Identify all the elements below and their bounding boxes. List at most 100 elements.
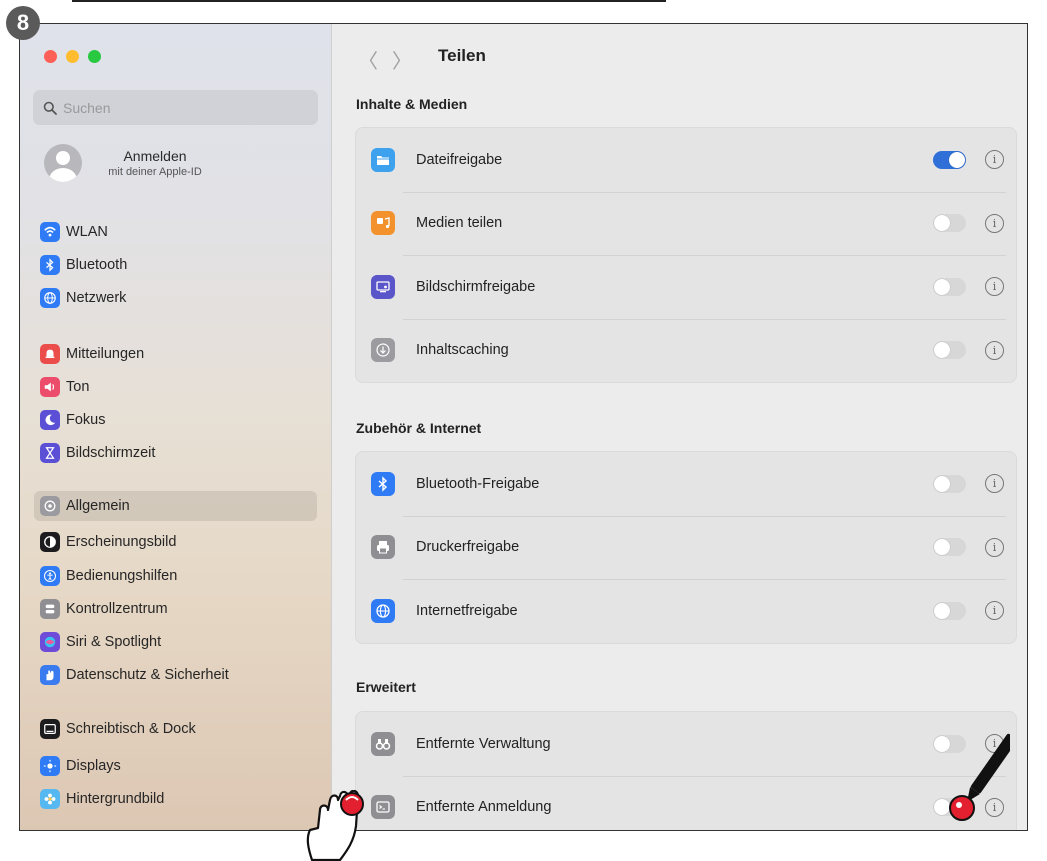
toggle-switch[interactable] <box>933 474 966 493</box>
setting-label: Internetfreigabe <box>416 602 518 619</box>
terminal-icon <box>371 795 395 820</box>
info-icon[interactable]: i <box>985 474 1004 494</box>
setting-row-internetfreigabe: Internetfreigabe i <box>356 579 1016 643</box>
sidebar-item-datenschutz-sicherheit[interactable]: Datenschutz & Sicherheit <box>34 660 317 690</box>
tap-hand-icon <box>306 790 364 861</box>
sidebar-item-label: Bildschirmzeit <box>66 445 156 461</box>
sidebar-item-erscheinungsbild[interactable]: Erscheinungsbild <box>34 527 317 557</box>
flower-icon <box>40 789 60 809</box>
search-icon <box>43 101 57 115</box>
sidebar-item-label: Hintergrundbild <box>66 791 165 807</box>
bluetooth-icon <box>40 255 60 275</box>
top-rule <box>72 0 666 2</box>
search-input[interactable] <box>63 99 303 116</box>
step-number-badge: 8 <box>6 6 40 40</box>
sidebar-item-displays[interactable]: Displays <box>34 751 317 781</box>
folder-icon <box>371 147 395 172</box>
sidebar-item-label: Allgemein <box>66 498 130 514</box>
sidebar-item-fokus[interactable]: Fokus <box>34 405 317 435</box>
globe-icon <box>40 288 60 308</box>
settings-group: Bluetooth-Freigabe i Druckerfreigabe i Inter… <box>355 451 1017 644</box>
settings-group: Entfernte Verwaltung i Entfernte Anmeldung… <box>355 711 1017 830</box>
setting-row-dateifreigabe: Dateifreigabe i <box>356 128 1016 192</box>
download-circle-icon <box>371 338 395 363</box>
sidebar-item-label: Netzwerk <box>66 290 127 306</box>
sidebar-item-label: Erscheinungsbild <box>66 534 177 550</box>
gear-icon <box>40 496 60 516</box>
forward-chevron-icon[interactable]: 〉 <box>392 45 412 74</box>
sidebar: Anmelden mit deiner Apple-ID WLAN Bluetoo… <box>20 24 332 830</box>
info-icon[interactable]: i <box>985 150 1004 170</box>
settings-group: Dateifreigabe i Medien teilen i Bildschirmfr… <box>355 127 1017 383</box>
window-controls <box>44 50 101 63</box>
sidebar-item-hintergrundbild[interactable]: Hintergrundbild <box>34 784 317 814</box>
sidebar-item-label: Siri & Spotlight <box>66 634 162 650</box>
sidebar-item-bedienungshilfen[interactable]: Bedienungshilfen <box>34 561 317 591</box>
sidebar-item-ton[interactable]: Ton <box>34 372 317 402</box>
setting-row-medien-teilen: Medien teilen i <box>356 191 1016 256</box>
sidebar-item-kontrollzentrum[interactable]: Kontrollzentrum <box>34 594 317 624</box>
setting-label: Druckerfreigabe <box>416 539 520 556</box>
globe-icon <box>371 598 395 623</box>
setting-label: Bildschirmfreigabe <box>416 278 536 295</box>
setting-row-inhaltscaching: Inhaltscaching i <box>356 318 1016 383</box>
speaker-icon <box>40 377 60 397</box>
info-icon[interactable]: i <box>985 340 1004 360</box>
account-subtitle: mit deiner Apple-ID <box>108 166 202 178</box>
wifi-icon <box>40 222 60 242</box>
sidebar-item-siri-spotlight[interactable]: Siri & Spotlight <box>34 627 317 657</box>
info-icon[interactable]: i <box>985 277 1004 297</box>
appearance-icon <box>40 532 60 552</box>
toggle-switch[interactable] <box>933 277 966 296</box>
moon-icon <box>40 410 60 430</box>
section-title: Erweitert <box>356 679 416 695</box>
settings-window: Anmelden mit deiner Apple-ID WLAN Bluetoo… <box>19 23 1028 831</box>
sidebar-item-bluetooth[interactable]: Bluetooth <box>34 250 317 280</box>
page-title: Teilen <box>438 46 486 65</box>
info-icon[interactable]: i <box>985 537 1004 557</box>
sidebar-item-bildschirmzeit[interactable]: Bildschirmzeit <box>34 438 317 468</box>
toggle-switch[interactable] <box>933 538 966 557</box>
info-icon[interactable]: i <box>985 601 1004 621</box>
setting-label: Entfernte Anmeldung <box>416 799 552 816</box>
sidebar-item-label: Schreibtisch & Dock <box>66 721 196 737</box>
binoculars-icon <box>371 731 395 756</box>
sidebar-item-wlan[interactable]: WLAN <box>34 217 317 247</box>
zoom-window-button[interactable] <box>88 50 101 63</box>
setting-row-bildschirmfreigabe: Bildschirmfreigabe i <box>356 255 1016 319</box>
setting-row-bluetooth-freigabe: Bluetooth-Freigabe i <box>356 452 1016 516</box>
back-chevron-icon[interactable]: 〈 <box>358 45 378 74</box>
section-title: Zubehör & Internet <box>356 420 482 436</box>
screen-share-icon <box>371 274 395 299</box>
sidebar-item-label: Kontrollzentrum <box>66 601 168 617</box>
bluetooth-icon <box>371 471 395 496</box>
close-window-button[interactable] <box>44 50 57 63</box>
toggle-switch[interactable] <box>933 214 966 233</box>
search-field[interactable] <box>33 90 318 125</box>
sidebar-item-label: Bedienungshilfen <box>66 568 178 584</box>
sidebar-item-mitteilungen[interactable]: Mitteilungen <box>34 339 317 369</box>
setting-label: Bluetooth-Freigabe <box>416 475 540 492</box>
toggle-switch[interactable] <box>933 150 966 169</box>
sidebar-item-allgemein[interactable]: Allgemein <box>34 491 317 521</box>
printer-icon <box>371 535 395 560</box>
dock-icon <box>40 719 60 739</box>
setting-label: Entfernte Verwaltung <box>416 735 551 752</box>
sidebar-item-label: Datenschutz & Sicherheit <box>66 667 229 683</box>
toggle-switch[interactable] <box>933 601 966 620</box>
sidebar-item-label: WLAN <box>66 224 108 240</box>
setting-label: Inhaltscaching <box>416 342 509 359</box>
sidebar-item-label: Mitteilungen <box>66 346 145 362</box>
siri-icon <box>40 632 60 652</box>
apple-id-signin[interactable]: Anmelden mit deiner Apple-ID <box>44 144 220 182</box>
minimize-window-button[interactable] <box>66 50 79 63</box>
info-icon[interactable]: i <box>985 213 1004 233</box>
toggle-switch[interactable] <box>933 341 966 360</box>
sidebar-item-schreibtisch-dock[interactable]: Schreibtisch & Dock <box>34 714 317 744</box>
setting-label: Medien teilen <box>416 215 503 232</box>
sun-icon <box>40 756 60 776</box>
account-title: Anmelden <box>123 148 187 164</box>
sidebar-item-label: Bluetooth <box>66 257 128 273</box>
sidebar-item-netzwerk[interactable]: Netzwerk <box>34 283 317 313</box>
sidebar-item-label: Displays <box>66 758 121 774</box>
